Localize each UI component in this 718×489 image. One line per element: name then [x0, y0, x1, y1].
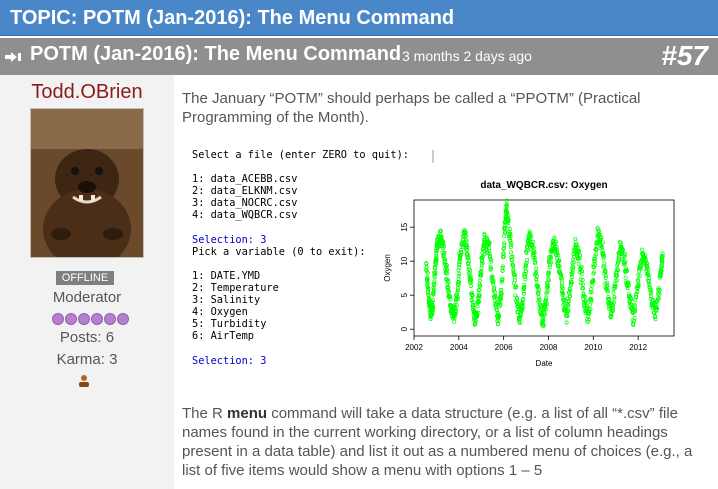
console-file-option: 3: data_NOCRC.csv — [192, 197, 298, 210]
topic-header-bar: TOPIC: POTM (Jan-2016): The Menu Command — [0, 0, 718, 36]
data-point — [587, 302, 592, 307]
data-point — [534, 266, 539, 271]
y-tick-label: 0 — [400, 326, 409, 331]
console-file-option: 2: data_ELKNM.csv — [192, 185, 298, 198]
rank-indicator — [52, 312, 130, 325]
data-point — [509, 250, 514, 255]
author-karma: Karma: 3 — [56, 351, 118, 368]
oxygen-scatter-chart: data_WQBCR.csv: Oxygen 2002 2004 2006 2008 20… — [383, 180, 675, 368]
user-profile-icon[interactable] — [77, 374, 91, 388]
rank-dot-icon — [78, 313, 90, 325]
data-point — [478, 278, 482, 283]
data-point — [506, 224, 511, 229]
data-point — [640, 247, 645, 252]
menu-keyword: menu — [227, 405, 268, 422]
post-intro-text: The January “POTM” should perhaps be cal… — [182, 90, 641, 126]
x-tick-label: 2008 — [540, 343, 558, 352]
data-point — [602, 261, 607, 266]
console-selection: Selection: 3 — [192, 354, 267, 367]
console-variable-option: 2: Temperature — [192, 282, 279, 295]
data-point — [504, 198, 509, 203]
x-tick-label: 2006 — [495, 343, 513, 352]
console-variable-option: 3: Salinity — [192, 294, 261, 307]
rank-dot-icon — [91, 313, 103, 325]
y-tick-label: 10 — [400, 256, 409, 265]
console-variable-option: 1: DATE.YMD — [192, 269, 261, 282]
author-post-count: Posts: 6 — [59, 329, 115, 346]
data-point — [564, 320, 569, 325]
x-axis-label: Date — [536, 359, 553, 368]
post-number-link[interactable]: #57 — [661, 40, 708, 72]
console-variable-option: 5: Turbidity — [192, 318, 267, 331]
data-point — [502, 246, 506, 250]
post-body-text: The R menu command will take a data stru… — [182, 404, 702, 480]
data-point — [509, 243, 513, 248]
console-selection: Selection: 3 — [192, 233, 267, 246]
data-point — [590, 283, 595, 288]
y-tick-label: 5 — [400, 292, 409, 297]
rank-dot-icon — [104, 313, 116, 325]
rank-dot-icon — [65, 313, 77, 325]
author-sidebar: Todd.OBrien OFFLINE Moderator Posts: 6 K… — [0, 75, 174, 489]
topic-title: TOPIC: POTM (Jan-2016): The Menu Command — [10, 7, 455, 29]
data-point — [611, 290, 616, 295]
data-point — [578, 277, 583, 282]
console-variable-option: 4: Oxygen — [192, 306, 248, 319]
post-title: POTM (Jan-2016): The Menu Command — [30, 43, 402, 65]
chart-title: data_WQBCR.csv: Oxygen — [480, 180, 607, 191]
data-point — [576, 261, 581, 266]
x-tick-label: 2012 — [629, 343, 647, 352]
avatar-image — [31, 109, 143, 257]
author-username[interactable]: Todd.OBrien — [0, 81, 174, 104]
avatar[interactable] — [30, 108, 144, 258]
post-link-icon[interactable] — [5, 52, 23, 62]
status-badge: OFFLINE — [56, 271, 114, 285]
console-output: Select a file (enter ZERO to quit): 1: d… — [192, 149, 409, 367]
data-point — [452, 319, 457, 324]
console-variable-option: 6: AirTemp — [192, 330, 254, 343]
console-file-option: 1: data_ACEBB.csv — [192, 173, 298, 186]
x-tick-label: 2004 — [450, 343, 468, 352]
data-point — [456, 286, 460, 291]
rank-dot-icon — [52, 313, 64, 325]
data-point — [479, 266, 484, 271]
data-point — [623, 275, 628, 280]
data-point — [632, 316, 637, 320]
x-tick-label: 2010 — [584, 343, 602, 352]
author-role: Moderator — [52, 289, 122, 306]
console-file-option: 4: data_WQBCR.csv — [192, 209, 298, 222]
post-header-bar: POTM (Jan-2016): The Menu Command 3 mont… — [0, 38, 718, 75]
post-timestamp: 3 months 2 days ago — [402, 48, 532, 64]
data-point — [469, 284, 473, 288]
console-prompt-file: Select a file (enter ZERO to quit): — [192, 149, 409, 161]
console-prompt-variable: Pick a variable (0 to exit): — [192, 245, 366, 258]
y-tick-label: 15 — [400, 222, 409, 231]
data-point — [513, 278, 517, 283]
x-tick-label: 2002 — [405, 343, 423, 352]
rank-dot-icon — [117, 313, 129, 325]
data-point — [580, 278, 585, 282]
body-text-start: The R — [182, 405, 228, 422]
console-cursor — [432, 150, 434, 163]
y-axis-label: Oxygen — [383, 254, 392, 282]
